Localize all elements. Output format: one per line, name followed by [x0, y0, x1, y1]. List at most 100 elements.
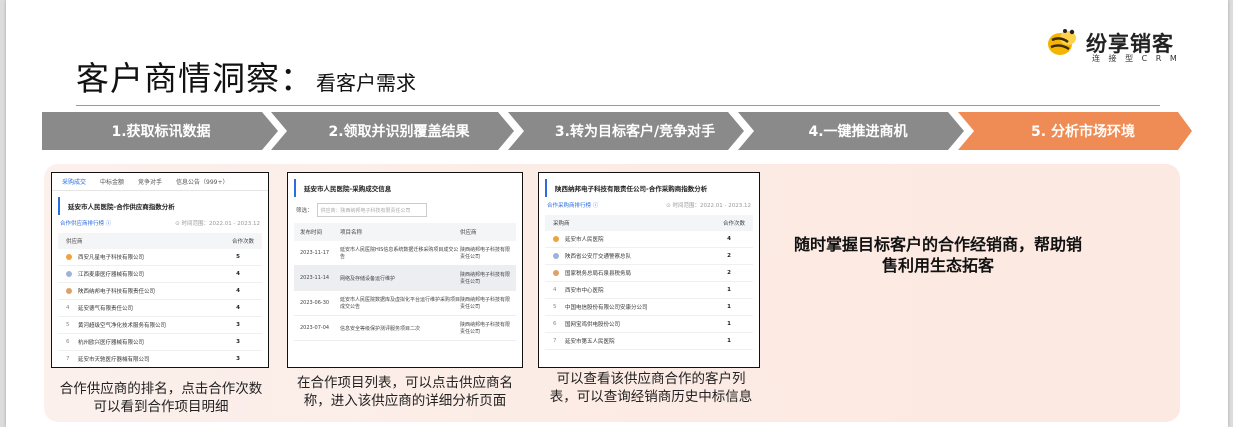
- page-title: 客户商情洞察： 看客户需求: [76, 52, 416, 100]
- medal-icon: [66, 254, 72, 260]
- publish-date: 2023-06-30: [300, 300, 330, 306]
- rank-label: 合作采购商排行榜 ⓘ: [547, 203, 599, 209]
- project-name[interactable]: 信息安全等级保护测评服务项目二次: [340, 325, 460, 332]
- col-supplier: 供应商: [66, 239, 83, 245]
- buyer-name-cell: 4 西安市中心医院: [553, 286, 604, 294]
- cooperation-count[interactable]: 4: [236, 288, 254, 294]
- caption-project-list: 在合作项目列表，可以点击供应商名称，进入该供应商的详细分析页面: [297, 375, 513, 409]
- buyer-name-cell: 6 国网宝鸡供电股份公司: [553, 320, 620, 328]
- cooperation-count[interactable]: 1: [727, 304, 745, 310]
- cooperation-count[interactable]: 4: [236, 305, 254, 311]
- supplier-name[interactable]: 陕西纳邦电子科技有限责任公司: [78, 287, 155, 295]
- cooperation-count[interactable]: 4: [236, 271, 254, 277]
- col-buyer: 采购商: [553, 221, 570, 227]
- table-row: 7 延安市第五人民医院 1: [545, 333, 753, 350]
- supplier-name[interactable]: 黄河超级空气净化技术服务有限公司: [78, 321, 166, 329]
- cooperation-count[interactable]: 1: [727, 287, 745, 293]
- medal-icon: [66, 271, 72, 277]
- cooperation-count[interactable]: 5: [236, 254, 254, 260]
- table-row: 4 延安德气有限责任公司 4: [58, 300, 262, 317]
- supplier-name[interactable]: 江西麦康医疗器械有限公司: [78, 270, 144, 278]
- buyer-name[interactable]: 国网宝鸡供电股份公司: [565, 320, 620, 328]
- bee-logo-icon: [1048, 29, 1076, 55]
- supplier-name-cell: 4 延安德气有限责任公司: [66, 304, 133, 312]
- buyer-name-cell: 延安市人民医院: [553, 235, 604, 243]
- supplier-name-cell: 西安凡星电子科技有限公司: [66, 253, 144, 261]
- buyer-name[interactable]: 西安市中心医院: [565, 286, 604, 294]
- table-header: 采购商 合作次数: [545, 215, 753, 231]
- table-row: 陕西省公安厅交通警察总队 2: [545, 248, 753, 265]
- table-row: 2023-11-14 网络及存储设备运行维护 陕西纳邦电子科技有限责任公司: [294, 266, 516, 291]
- project-name[interactable]: 延安市人民医院HIS信息系统数据迁移采购项目成交公告: [340, 246, 460, 260]
- supplier-name[interactable]: 陕西纳邦电子科技有限责任公司: [460, 321, 510, 335]
- col-count: 合作次数: [231, 239, 254, 245]
- rank-number: 4: [553, 287, 557, 293]
- section-heading: 陕西纳邦电子科技有限责任公司-合作采购商指数分析: [545, 179, 753, 197]
- range-label: ⊙ 时间范围：2022.01 - 2023.12: [175, 221, 260, 227]
- project-list-screenshot: 延安市人民医院-采购成交信息 筛选： 供应商：陕西纳邦电子科技有限责任公司 发布…: [287, 172, 523, 368]
- tab-purchase[interactable]: 采购成交: [62, 177, 86, 186]
- step-1: 1.获取标讯数据: [111, 124, 211, 140]
- supplier-name-cell: 7 延安市天驰医疗器械有限公司: [66, 355, 150, 363]
- supplier-name[interactable]: 杭州欧兴医疗器械有限公司: [78, 338, 144, 346]
- col-date: 发布时间: [300, 230, 323, 236]
- supplier-name[interactable]: 延安德气有限责任公司: [78, 304, 133, 312]
- section-heading: 延安市人民医院-合作供应商指数分析: [58, 197, 262, 215]
- table-row: 国家税务总局石泉县税务局 2: [545, 265, 753, 282]
- table-row: 江西麦康医疗器械有限公司 4: [58, 266, 262, 283]
- cooperation-count[interactable]: 3: [236, 356, 254, 362]
- project-name[interactable]: 网络及存储设备运行维护: [340, 275, 460, 282]
- filter-label: 筛选：: [296, 208, 313, 214]
- table-header: 发布时间 项目名称 供应商: [294, 223, 516, 241]
- buyer-name-cell: 国家税务总局石泉县税务局: [553, 269, 631, 277]
- col-count: 合作次数: [722, 221, 745, 227]
- cooperation-count[interactable]: 1: [727, 338, 745, 344]
- title-sub: 看客户需求: [316, 71, 416, 95]
- table-row: 7 延安市天驰医疗器械有限公司 3: [58, 351, 262, 367]
- supplier-name[interactable]: 西安凡星电子科技有限公司: [78, 253, 144, 261]
- supplier-name-cell: 陕西纳邦电子科技有限责任公司: [66, 287, 155, 295]
- supplier-name[interactable]: 陕西纳邦电子科技有限责任公司: [460, 271, 510, 285]
- rank-number: 6: [66, 339, 70, 345]
- brand-subtitle: 连 接 型 C R M: [1092, 54, 1180, 63]
- cooperation-count[interactable]: 1: [727, 321, 745, 327]
- rank-number: 7: [66, 356, 70, 362]
- supplier-name[interactable]: 延安市天驰医疗器械有限公司: [78, 355, 150, 363]
- rank-number: 5: [553, 304, 557, 310]
- supplier-name[interactable]: 陕西纳邦电子科技有限责任公司: [460, 246, 510, 260]
- project-name[interactable]: 延安市人民医院数据库及虚拟化平台运行维护采购项目成交公告: [340, 296, 460, 310]
- buyer-name[interactable]: 延安市第五人民医院: [565, 337, 615, 345]
- supplier-name-cell: 江西麦康医疗器械有限公司: [66, 270, 144, 278]
- cooperation-count[interactable]: 3: [236, 339, 254, 345]
- table-row: 西安凡星电子科技有限公司 5: [58, 249, 262, 266]
- slide: 客户商情洞察： 看客户需求 纷享销客 连 接 型 C R M 1.获取标讯数据 2…: [6, 0, 1228, 427]
- cooperation-count[interactable]: 2: [727, 270, 745, 276]
- cooperation-count[interactable]: 2: [727, 253, 745, 259]
- section-heading: 延安市人民医院-采购成交信息: [294, 179, 516, 197]
- tab-bid-amount[interactable]: 中标金额: [100, 177, 124, 186]
- buyer-name[interactable]: 国家税务总局石泉县税务局: [565, 269, 631, 277]
- buyer-name-cell: 陕西省公安厅交通警察总队: [553, 252, 631, 260]
- cooperation-count[interactable]: 3: [236, 322, 254, 328]
- step-2: 2.领取并识别覆盖结果: [328, 124, 470, 140]
- tab-bar: 采购成交 中标金额 竞争对手 信息公告（999+）: [52, 173, 268, 191]
- col-supplier: 供应商: [460, 230, 477, 236]
- publish-date: 2023-11-14: [300, 275, 330, 281]
- table-row: 2023-06-30 延安市人民医院数据库及虚拟化平台运行维护采购项目成交公告 陕西…: [294, 291, 516, 316]
- medal-icon: [553, 236, 559, 242]
- rank-number: 4: [66, 305, 70, 311]
- caption-buyer-ranking: 可以查看该供应商合作的客户列表，可以查询经销商历史中标信息: [549, 371, 753, 405]
- buyer-name[interactable]: 陕西省公安厅交通警察总队: [565, 252, 631, 260]
- table-header: 供应商 合作次数: [58, 233, 262, 249]
- supplier-name[interactable]: 陕西纳邦电子科技有限责任公司: [460, 296, 510, 310]
- title-divider: [76, 105, 1160, 106]
- supplier-filter-input[interactable]: 供应商：陕西纳邦电子科技有限责任公司: [316, 203, 427, 217]
- buyer-name[interactable]: 延安市人民医院: [565, 235, 604, 243]
- table-row: 5 黄河超级空气净化技术服务有限公司 3: [58, 317, 262, 334]
- cooperation-count[interactable]: 4: [727, 236, 745, 242]
- tab-competitor[interactable]: 竞争对手: [138, 177, 162, 186]
- filter-bar: 筛选： 供应商：陕西纳邦电子科技有限责任公司: [296, 203, 514, 217]
- buyer-name[interactable]: 中国电信股份有限公司安康分公司: [565, 303, 648, 311]
- supplier-ranking-screenshot: 采购成交 中标金额 竞争对手 信息公告（999+） 延安市人民医院-合作供应商指…: [51, 172, 269, 368]
- tab-announcement[interactable]: 信息公告（999+）: [176, 177, 228, 186]
